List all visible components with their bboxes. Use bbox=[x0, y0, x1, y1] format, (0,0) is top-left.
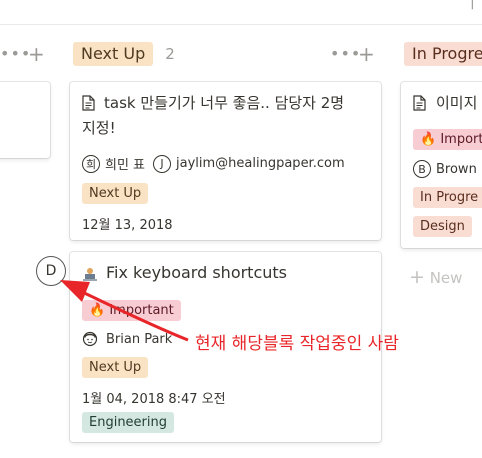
annotation-text: 현재 해당블록 작업중인 사람 bbox=[195, 334, 399, 354]
annotation-arrow bbox=[60, 280, 189, 342]
